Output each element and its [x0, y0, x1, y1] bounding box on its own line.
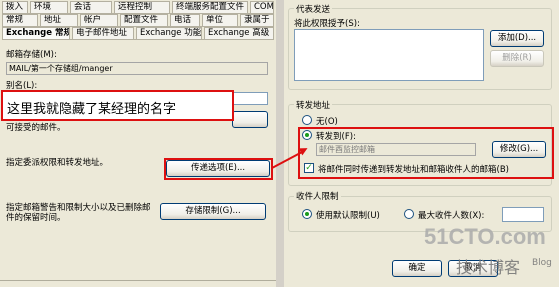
tab-exchange-advanced[interactable]: Exchange 高级: [204, 27, 274, 39]
tab-email-addresses[interactable]: 电子邮件地址: [72, 27, 134, 39]
watermark-blog: Blog: [532, 258, 552, 268]
delivery-restrictions-text: 可接受的邮件。: [6, 123, 66, 133]
tab-telephones[interactable]: 电话: [170, 14, 200, 26]
tab-dial-in[interactable]: 拨入: [2, 1, 28, 13]
recipient-limits-title: 收件人限制: [294, 190, 341, 202]
tab-ts-profile[interactable]: 终端服务配置文件: [172, 1, 248, 13]
highlight-delivery-options: [164, 158, 273, 180]
add-button[interactable]: 添加(D)...: [490, 30, 544, 47]
forward-none-label: 无(O): [316, 117, 338, 127]
forward-none-radio[interactable]: [302, 115, 312, 125]
delivery-options-text: 指定委派权限和转发地址。: [6, 158, 109, 168]
storage-limits-text: 指定邮箱警告和限制大小以及已删除邮件的保留时间。: [6, 203, 151, 223]
mailbox-store-label: 邮箱存储(M):: [6, 50, 57, 60]
tab-member-of[interactable]: 隶属于: [240, 14, 274, 26]
forwarding-title: 转发地址: [294, 99, 333, 111]
grant-permission-label: 将此权限授予(S):: [294, 19, 360, 29]
tab-exchange-general[interactable]: Exchange 常规: [2, 27, 70, 39]
tab-organization[interactable]: 单位: [202, 14, 238, 26]
tab-profile[interactable]: 配置文件: [120, 14, 168, 26]
watermark-sub: 技术博客: [456, 258, 521, 277]
pane-divider: [276, 0, 284, 287]
remove-button[interactable]: 删除(R): [490, 50, 544, 67]
tab-row-divider: [2, 39, 274, 40]
mailbox-store-field: MAIL/第一个存储组/manger: [6, 62, 268, 75]
tab-address[interactable]: 地址: [40, 14, 78, 26]
tab-sessions[interactable]: 会话: [70, 1, 112, 13]
max-recipients-label: 最大收件人数(X):: [418, 211, 485, 221]
watermark: 51CTO.com 技术博客 Blog: [424, 224, 556, 284]
alias-field[interactable]: [232, 92, 268, 105]
tab-remote-control[interactable]: 远程控制: [114, 1, 170, 13]
highlight-forwarding: [298, 127, 554, 179]
use-default-limit-radio[interactable]: [302, 209, 312, 219]
watermark-brand: 51CTO.com: [424, 224, 546, 249]
max-recipients-radio[interactable]: [404, 209, 414, 219]
tab-general[interactable]: 常规: [2, 14, 38, 26]
tab-com-plus[interactable]: COM+: [250, 1, 274, 13]
annotation-callout: 这里我就隐藏了某经理的名字: [1, 90, 234, 121]
tab-environment[interactable]: 环境: [30, 1, 68, 13]
bottom-divider: [0, 280, 276, 281]
grant-permission-list[interactable]: [294, 29, 484, 81]
tab-exchange-features[interactable]: Exchange 功能: [136, 27, 202, 39]
tab-account[interactable]: 帐户: [80, 14, 118, 26]
max-recipients-field[interactable]: [502, 207, 544, 222]
storage-limits-button[interactable]: 存储限制(G)...: [160, 203, 266, 220]
annotation-text: 这里我就隐藏了某经理的名字: [7, 102, 177, 117]
use-default-limit-label: 使用默认限制(U): [316, 211, 380, 221]
delivery-restrictions-button[interactable]: [232, 111, 268, 128]
send-on-behalf-title: 代表发送: [294, 3, 333, 15]
user-properties-dialog: 拨入 环境 会话 远程控制 终端服务配置文件 COM+ 常规 地址 帐户 配置文…: [0, 0, 276, 287]
